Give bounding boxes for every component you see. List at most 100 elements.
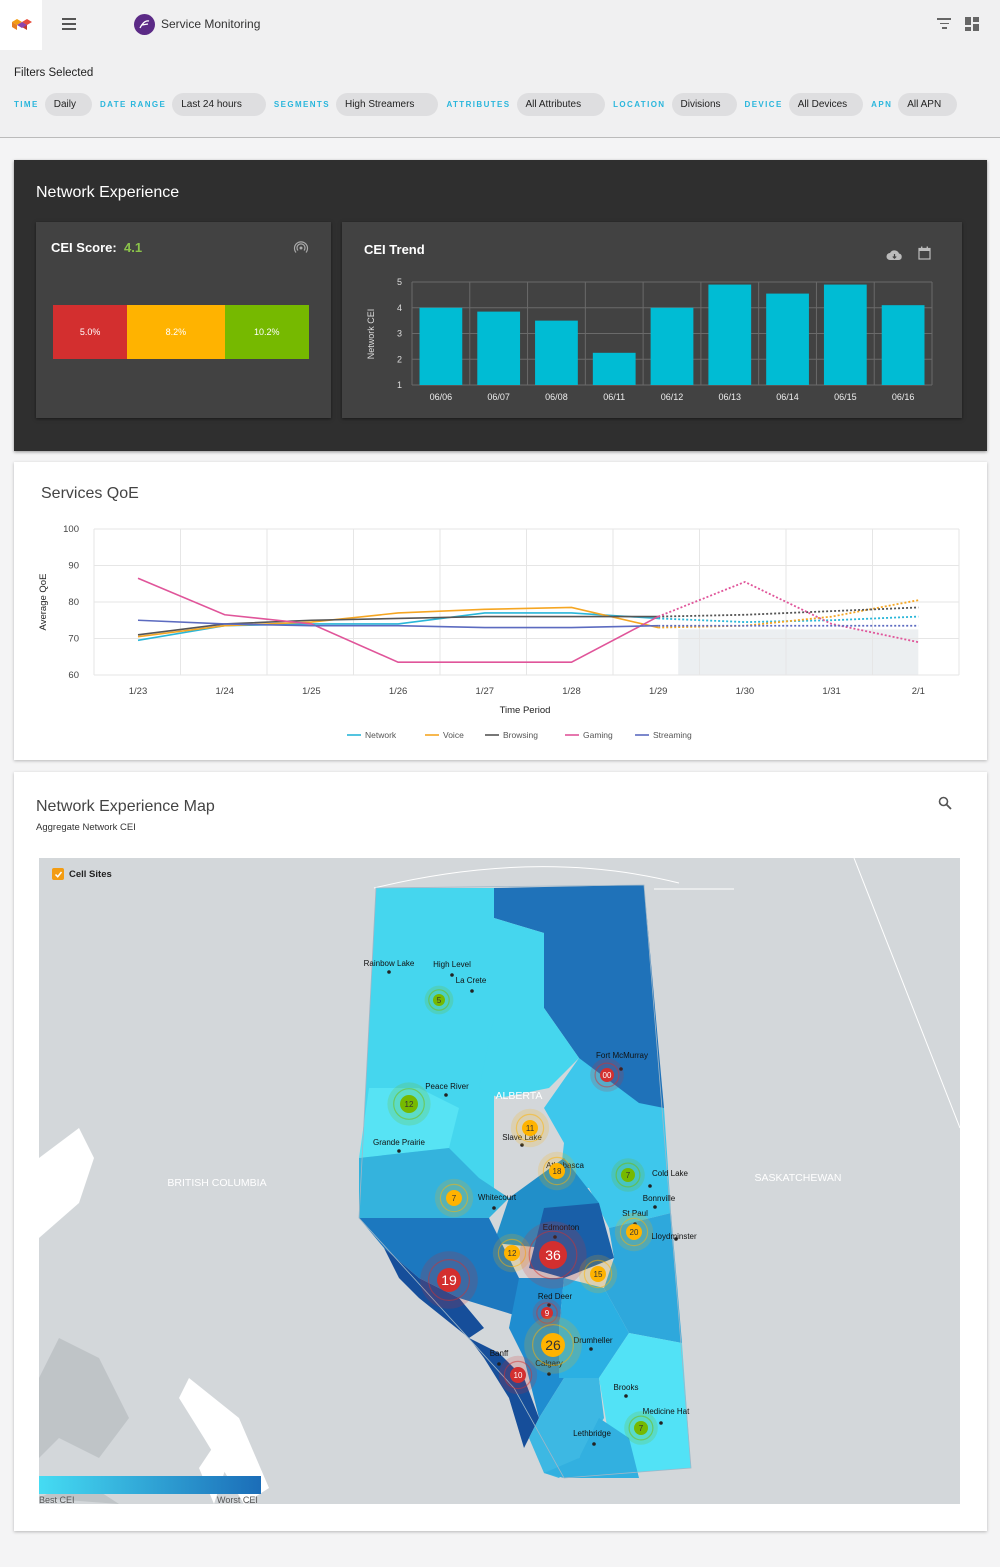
y-axis-label: Network CEI — [366, 309, 376, 360]
x-tick-label: 06/15 — [834, 392, 857, 402]
cei-segment-red: 5.0% — [53, 305, 128, 359]
x-tick-label: 06/07 — [487, 392, 510, 402]
cell-site-count: 12 — [508, 1249, 517, 1258]
services-qoe-panel: Services QoE 60 70 80 90 100 1/23 1/24 1/25 1/26… — [14, 462, 987, 760]
top-app-bar: Service Monitoring — [0, 0, 1000, 50]
search-icon[interactable] — [938, 796, 952, 815]
x-tick-label: 1/31 — [822, 686, 841, 697]
region-label: ALBERTA — [496, 1090, 543, 1102]
x-tick-label: 06/14 — [776, 392, 799, 402]
x-tick-label: 1/28 — [562, 686, 581, 697]
city-label: Rainbow Lake — [364, 959, 415, 968]
filter-chip-date-range[interactable]: Last 24 hours — [172, 93, 266, 116]
filter-label-time: TIME — [14, 100, 39, 109]
legend-label: Voice — [443, 730, 464, 740]
y-tick-label: 90 — [68, 561, 79, 572]
filter-chip-device[interactable]: All Devices — [788, 93, 864, 116]
filter-chip-attributes[interactable]: All Attributes — [516, 93, 606, 116]
city-label: Grande Prairie — [373, 1138, 426, 1147]
city-dot — [592, 1442, 596, 1446]
y-tick-label: 100 — [63, 524, 79, 535]
y-tick-label: 70 — [68, 634, 79, 645]
filter-label-apn: APN — [871, 100, 893, 109]
x-tick-label: 1/29 — [649, 686, 668, 697]
legend-label: Gaming — [583, 730, 613, 740]
cei-bar — [419, 307, 463, 385]
cei-bar — [766, 293, 809, 385]
y-tick-label: 4 — [397, 303, 402, 313]
y-tick-label: 3 — [397, 329, 402, 339]
city-dot — [653, 1205, 657, 1209]
legend-best-label: Best CEI — [39, 1495, 75, 1505]
city-label: High Level — [433, 960, 471, 969]
series-forecast-line — [658, 615, 919, 623]
city-dot — [497, 1362, 501, 1366]
cei-bar — [477, 311, 521, 385]
network-experience-map-panel: Network Experience Map Aggregate Network… — [14, 772, 987, 1531]
x-tick-label: 1/23 — [129, 686, 148, 697]
filter-label-location: LOCATION — [613, 100, 666, 109]
city-dot — [624, 1394, 628, 1398]
cei-bar — [708, 284, 752, 385]
cei-bar — [592, 352, 636, 385]
checkbox-checked-icon[interactable] — [52, 868, 64, 880]
filter-chip-time[interactable]: Daily — [44, 93, 92, 116]
cei-bar — [881, 305, 925, 385]
network-experience-title: Network Experience — [36, 184, 180, 201]
y-tick-label: 2 — [397, 354, 402, 364]
city-dot — [492, 1206, 496, 1210]
city-dot — [659, 1421, 663, 1425]
brand-logo-icon[interactable] — [0, 0, 42, 50]
x-axis-label: Time Period — [500, 705, 551, 716]
signal-icon[interactable] — [293, 239, 309, 260]
city-dot — [648, 1184, 652, 1188]
y-tick-label: 80 — [68, 597, 79, 608]
cei-bar — [650, 307, 694, 385]
cell-site-count: 12 — [405, 1100, 414, 1109]
choropleth-map[interactable]: BRITISH COLUMBIA ALBERTA SASKATCHEWAN Rainb… — [39, 858, 960, 1504]
filter-chip-segments[interactable]: High Streamers — [335, 93, 439, 116]
dashboard-icon[interactable] — [965, 17, 979, 31]
filter-chip-apn[interactable]: All APN — [898, 93, 958, 116]
series-forecast-line — [658, 606, 919, 618]
series-line — [137, 577, 659, 664]
city-dot — [589, 1347, 593, 1351]
app-icon — [134, 14, 155, 35]
filter-chip-location[interactable]: Divisions — [671, 93, 737, 116]
y-axis-label: Average QoE — [38, 574, 49, 631]
legend-label: Network — [365, 730, 397, 740]
region-label: BRITISH COLUMBIA — [167, 1177, 266, 1189]
y-tick-label: 5 — [397, 277, 402, 287]
filter-label-segments: SEGMENTS — [273, 100, 330, 109]
cei-segment-green: 10.2% — [224, 305, 309, 359]
x-tick-label: 06/11 — [603, 392, 625, 402]
x-tick-label: 1/25 — [302, 686, 321, 697]
cell-site-count: 11 — [526, 1124, 535, 1133]
x-tick-label: 1/24 — [215, 686, 234, 697]
city-label: Peace River — [425, 1082, 469, 1091]
series-forecast-line — [658, 599, 919, 629]
cell-sites-toggle[interactable]: Cell Sites — [52, 868, 112, 880]
city-dot — [397, 1149, 401, 1153]
x-tick-label: 1/27 — [476, 686, 495, 697]
city-dot — [444, 1093, 448, 1097]
menu-icon[interactable] — [62, 18, 76, 30]
filter-icon[interactable] — [937, 18, 951, 30]
cei-score-label: CEI Score: — [51, 240, 117, 255]
app-title: Service Monitoring — [161, 17, 261, 31]
legend-worst-label: Worst CEI — [217, 1495, 258, 1505]
city-label: La Crete — [456, 976, 487, 985]
x-tick-label: 1/26 — [389, 686, 408, 697]
city-dot — [470, 989, 474, 993]
cell-site-count: 00 — [603, 1071, 612, 1080]
city-label: Brooks — [614, 1383, 639, 1392]
city-label: Lethbridge — [573, 1429, 611, 1438]
x-tick-label: 06/12 — [661, 392, 684, 402]
x-tick-label: 06/08 — [545, 392, 568, 402]
cell-site-count: 10 — [514, 1371, 523, 1380]
city-dot — [387, 970, 391, 974]
city-label: Lloydminster — [651, 1232, 697, 1241]
cell-site-count: 36 — [545, 1247, 561, 1263]
map-subtitle: Aggregate Network CEI — [36, 822, 136, 833]
services-qoe-chart: 60 70 80 90 100 1/23 1/24 1/25 1/26 1/27 1/28 1/29 1… — [38, 524, 960, 740]
